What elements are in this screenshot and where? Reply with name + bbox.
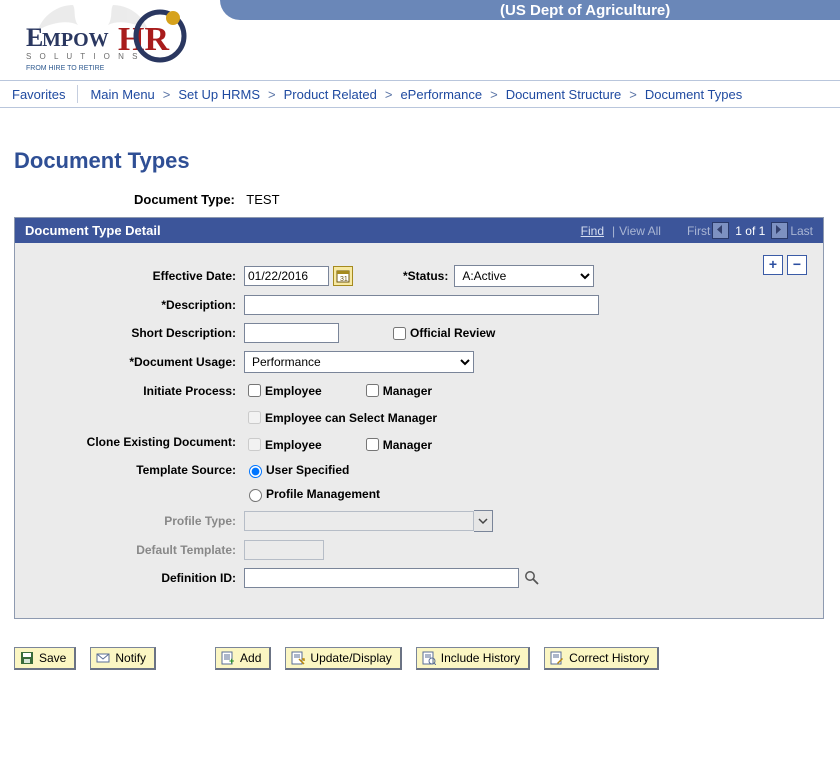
template-profile-mgmt-group[interactable]: Profile Management	[244, 486, 380, 502]
add-row-button[interactable]: +	[763, 255, 783, 275]
chevron-right-icon: >	[385, 87, 393, 102]
breadcrumb: Favorites Main Menu > Set Up HRMS > Prod…	[0, 80, 840, 108]
chevron-right-icon: >	[629, 87, 637, 102]
svg-text:FROM HIRE TO RETIRE: FROM HIRE TO RETIRE	[26, 65, 105, 72]
crumb-document-structure[interactable]: Document Structure	[506, 87, 622, 102]
lookup-icon[interactable]	[523, 569, 541, 587]
description-label: *Description:	[31, 298, 244, 312]
initiate-manager-group[interactable]: Manager	[362, 381, 432, 400]
section-header: Document Type Detail Find | View All Fir…	[15, 218, 823, 243]
svg-text:S O L U T I O N S: S O L U T I O N S	[26, 52, 140, 61]
default-template-label: Default Template:	[31, 543, 244, 557]
clone-employee-checkbox[interactable]	[248, 438, 261, 451]
notify-icon	[95, 650, 111, 666]
template-source-label: Template Source:	[31, 463, 244, 477]
effective-date-label: Effective Date:	[31, 269, 244, 283]
definition-id-label: Definition ID:	[31, 571, 244, 585]
action-button-bar: Save Notify + Add Update/Display Include…	[14, 647, 824, 670]
first-link[interactable]: First	[687, 224, 710, 238]
document-type-value: TEST	[246, 192, 279, 207]
view-all-link[interactable]: View All	[619, 224, 661, 238]
short-description-label: Short Description:	[31, 326, 244, 340]
section-title: Document Type Detail	[25, 223, 161, 238]
template-user-specified-group[interactable]: User Specified	[244, 462, 349, 478]
org-title: (US Dept of Agriculture)	[500, 2, 670, 19]
crumb-eperformance[interactable]: ePerformance	[400, 87, 482, 102]
save-icon	[19, 650, 35, 666]
update-display-button[interactable]: Update/Display	[285, 647, 401, 670]
clone-manager-checkbox[interactable]	[366, 438, 379, 451]
delete-row-button[interactable]: −	[787, 255, 807, 275]
row-counter: 1 of 1	[735, 224, 765, 238]
profile-type-input	[244, 511, 474, 531]
clone-existing-label: Clone Existing Document:	[31, 435, 244, 449]
document-type-display: Document Type: TEST	[134, 192, 824, 207]
include-history-button[interactable]: Include History	[416, 647, 530, 670]
emp-select-mgr-checkbox[interactable]	[248, 411, 261, 424]
svg-text:+: +	[229, 656, 234, 665]
effective-date-input[interactable]	[244, 266, 329, 286]
find-link[interactable]: Find	[581, 224, 604, 238]
default-template-input	[244, 540, 324, 560]
clone-manager-group[interactable]: Manager	[362, 435, 432, 454]
chevron-down-icon	[478, 516, 488, 526]
document-type-label: Document Type:	[134, 192, 235, 207]
emp-select-mgr-group[interactable]: Employee can Select Manager	[244, 408, 437, 427]
description-input[interactable]	[244, 295, 599, 315]
template-user-specified-radio[interactable]	[249, 465, 262, 478]
page-title: Document Types	[14, 148, 824, 174]
next-row-button[interactable]	[771, 222, 788, 239]
svg-text:E: E	[26, 23, 43, 52]
definition-id-input[interactable]	[244, 568, 519, 588]
chevron-right-icon: >	[268, 87, 276, 102]
template-profile-mgmt-radio[interactable]	[249, 489, 262, 502]
update-display-icon	[290, 650, 306, 666]
document-usage-label: *Document Usage:	[31, 355, 244, 369]
official-review-checkbox[interactable]	[393, 327, 406, 340]
initiate-employee-checkbox[interactable]	[248, 384, 261, 397]
chevron-right-icon: >	[163, 87, 171, 102]
add-button[interactable]: + Add	[215, 647, 271, 670]
clone-employee-group[interactable]: Employee	[244, 435, 322, 454]
crumb-setup-hrms[interactable]: Set Up HRMS	[178, 87, 260, 102]
notify-button[interactable]: Notify	[90, 647, 156, 670]
profile-type-dropdown-button[interactable]	[474, 510, 493, 532]
document-usage-select[interactable]: Performance	[244, 351, 474, 373]
official-review-group[interactable]: Official Review	[389, 324, 495, 343]
short-description-input[interactable]	[244, 323, 339, 343]
initiate-employee-group[interactable]: Employee	[244, 381, 322, 400]
crumb-main-menu[interactable]: Main Menu	[90, 87, 154, 102]
svg-text:31: 31	[340, 276, 348, 283]
prev-row-button[interactable]	[712, 222, 729, 239]
empowhr-logo: E MPOW HR S O L U T I O N S FROM HIRE TO…	[18, 0, 208, 75]
initiate-manager-checkbox[interactable]	[366, 384, 379, 397]
calendar-icon[interactable]: 31	[333, 266, 353, 286]
official-review-label: Official Review	[410, 326, 495, 340]
correct-history-button[interactable]: Correct History	[544, 647, 659, 670]
crumb-document-types[interactable]: Document Types	[645, 87, 742, 102]
save-button[interactable]: Save	[14, 647, 76, 670]
crumb-product-related[interactable]: Product Related	[284, 87, 377, 102]
crumb-favorites[interactable]: Favorites	[12, 87, 65, 102]
add-icon: +	[220, 650, 236, 666]
status-label: *Status:	[403, 269, 448, 283]
chevron-right-icon: >	[490, 87, 498, 102]
correct-history-icon	[549, 650, 565, 666]
initiate-process-label: Initiate Process:	[31, 384, 244, 398]
last-link[interactable]: Last	[790, 224, 813, 238]
include-history-icon	[421, 650, 437, 666]
document-type-detail-section: Document Type Detail Find | View All Fir…	[14, 217, 824, 619]
status-select[interactable]: A:Active	[454, 265, 594, 287]
app-header: (US Dept of Agriculture) E MPOW HR S O L…	[0, 0, 840, 80]
profile-type-label: Profile Type:	[31, 514, 244, 528]
svg-text:MPOW: MPOW	[42, 29, 109, 51]
